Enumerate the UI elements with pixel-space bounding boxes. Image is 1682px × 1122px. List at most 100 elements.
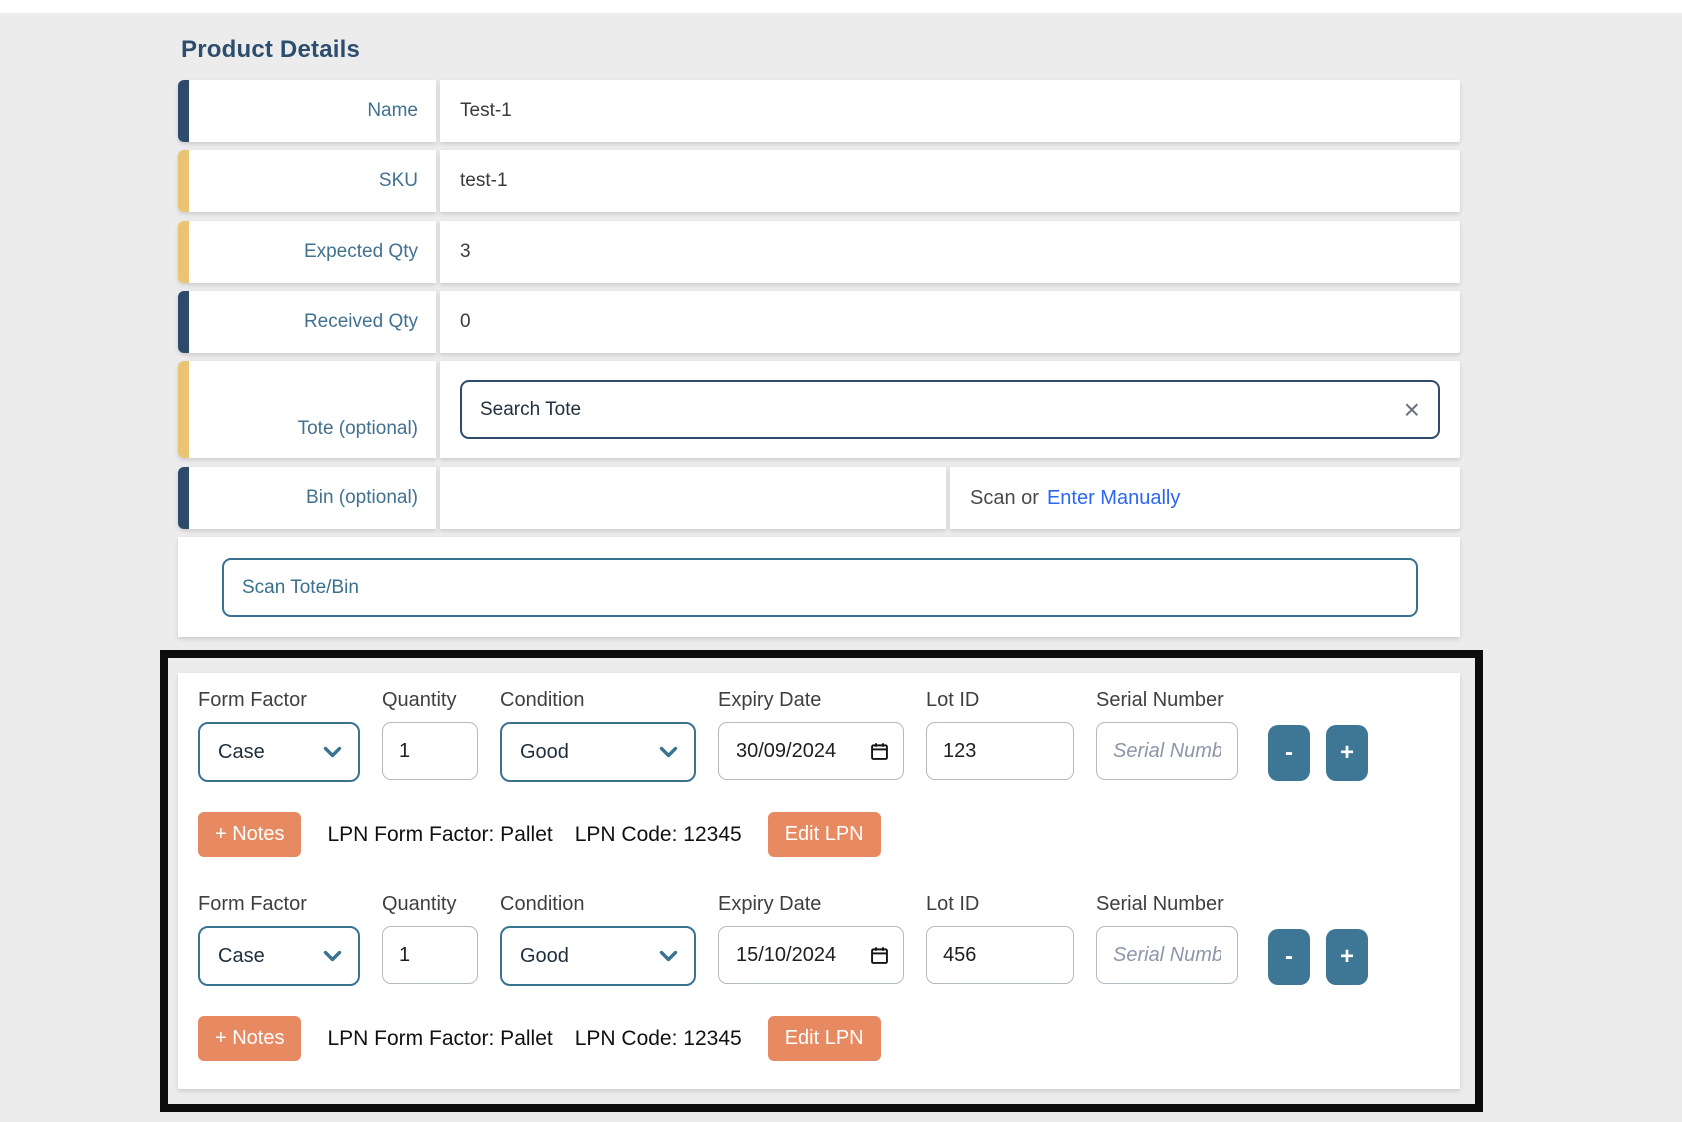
detail-row-received-qty: Received Qty 0: [178, 291, 1460, 353]
serial-number-input[interactable]: [1096, 722, 1238, 780]
lot-id-label: Lot ID: [926, 893, 1074, 916]
condition-field: Condition Good: [500, 689, 696, 782]
expected-qty-label: Expected Qty: [304, 241, 418, 263]
expiry-date-input[interactable]: 30/09/2024: [718, 722, 904, 780]
edit-lpn-button[interactable]: Edit LPN: [768, 1016, 881, 1061]
quantity-input[interactable]: [382, 722, 478, 780]
detail-row-name: Name Test-1: [178, 80, 1460, 142]
tote-label: Tote (optional): [298, 418, 418, 440]
lpn-code-text: LPN Code: 12345: [575, 823, 742, 847]
item-row-1-fields: Form Factor Case Quantity Condition Good: [198, 689, 1440, 782]
expiry-date-label: Expiry Date: [718, 893, 904, 916]
bin-input[interactable]: [440, 467, 946, 529]
name-value-card: Test-1: [440, 80, 1460, 142]
accent-bar: [178, 150, 189, 212]
serial-number-field: Serial Number: [1096, 689, 1238, 780]
lpn-form-factor-text: LPN Form Factor: Pallet: [327, 1027, 552, 1051]
increment-button[interactable]: +: [1326, 725, 1368, 781]
name-value: Test-1: [460, 100, 512, 122]
serial-number-field: Serial Number: [1096, 893, 1238, 984]
expiry-date-input[interactable]: 15/10/2024: [718, 926, 904, 984]
decrement-button[interactable]: -: [1268, 725, 1310, 781]
accent-bar: [178, 291, 189, 353]
lot-id-input[interactable]: [926, 926, 1074, 984]
expected-qty-value-card: 3: [440, 221, 1460, 283]
enter-manually-link[interactable]: Enter Manually: [1047, 487, 1180, 510]
sku-label-card: SKU: [178, 150, 436, 212]
detail-row-expected-qty: Expected Qty 3: [178, 221, 1460, 283]
serial-number-label: Serial Number: [1096, 893, 1238, 916]
tote-search-field[interactable]: ×: [460, 380, 1440, 439]
tote-label-card: Tote (optional): [178, 361, 436, 458]
condition-select[interactable]: Good: [500, 722, 696, 782]
lot-id-field: Lot ID: [926, 893, 1074, 984]
condition-field: Condition Good: [500, 893, 696, 986]
items-card: Form Factor Case Quantity Condition Good: [178, 673, 1460, 1089]
chevron-down-icon: [323, 950, 342, 963]
expiry-date-value: 30/09/2024: [736, 740, 836, 763]
lot-id-field: Lot ID: [926, 689, 1074, 780]
calendar-icon[interactable]: [869, 741, 890, 762]
condition-label: Condition: [500, 893, 696, 916]
quantity-label: Quantity: [382, 893, 478, 916]
expected-qty-label-card: Expected Qty: [178, 221, 436, 283]
item-row-2-fields: Form Factor Case Quantity Condition Good: [198, 893, 1440, 986]
lot-id-label: Lot ID: [926, 689, 1074, 712]
sku-value: test-1: [460, 170, 508, 192]
page-title: Product Details: [181, 36, 360, 64]
calendar-icon[interactable]: [869, 945, 890, 966]
accent-bar: [178, 221, 189, 283]
top-bar: [0, 0, 1682, 13]
serial-number-input[interactable]: [1096, 926, 1238, 984]
lot-id-input[interactable]: [926, 722, 1074, 780]
form-factor-label: Form Factor: [198, 893, 360, 916]
form-factor-label: Form Factor: [198, 689, 360, 712]
lpn-form-factor-text: LPN Form Factor: Pallet: [327, 823, 552, 847]
increment-button[interactable]: +: [1326, 929, 1368, 985]
condition-select[interactable]: Good: [500, 926, 696, 986]
item-row-2-steppers: - +: [1268, 893, 1368, 985]
chevron-down-icon: [323, 746, 342, 759]
detail-row-tote: Tote (optional) ×: [178, 361, 1460, 458]
form-factor-select[interactable]: Case: [198, 722, 360, 782]
chevron-down-icon: [659, 746, 678, 759]
decrement-button[interactable]: -: [1268, 929, 1310, 985]
add-notes-button[interactable]: + Notes: [198, 812, 301, 857]
form-factor-field: Form Factor Case: [198, 893, 360, 986]
tote-value-card: ×: [440, 361, 1460, 458]
accent-bar: [178, 467, 189, 529]
scan-tote-bin-input[interactable]: [222, 558, 1418, 617]
scan-tote-bin-card: [178, 537, 1460, 637]
condition-label: Condition: [500, 689, 696, 712]
scan-or-text: Scan or: [970, 487, 1039, 510]
form-factor-select[interactable]: Case: [198, 926, 360, 986]
expected-qty-value: 3: [460, 241, 471, 263]
page: Product Details Name Test-1 SKU test-1 E…: [0, 0, 1682, 1122]
expiry-date-value: 15/10/2024: [736, 944, 836, 967]
bin-label-card: Bin (optional): [178, 467, 436, 529]
item-row-1-lpn: + Notes LPN Form Factor: Pallet LPN Code…: [198, 812, 1440, 857]
received-qty-value-card: 0: [440, 291, 1460, 353]
close-icon[interactable]: ×: [1402, 396, 1422, 424]
expiry-date-label: Expiry Date: [718, 689, 904, 712]
detail-row-bin: Bin (optional) Scan or Enter Manually: [178, 467, 1460, 529]
bin-input-area[interactable]: [440, 467, 946, 529]
form-factor-value: Case: [218, 945, 265, 968]
form-factor-field: Form Factor Case: [198, 689, 360, 782]
quantity-field: Quantity: [382, 893, 478, 984]
expiry-date-field: Expiry Date 30/09/2024: [718, 689, 904, 780]
quantity-label: Quantity: [382, 689, 478, 712]
received-qty-value: 0: [460, 311, 471, 333]
quantity-field: Quantity: [382, 689, 478, 780]
chevron-down-icon: [659, 950, 678, 963]
bin-label: Bin (optional): [306, 487, 418, 509]
add-notes-button[interactable]: + Notes: [198, 1016, 301, 1061]
quantity-input[interactable]: [382, 926, 478, 984]
tote-search-input[interactable]: [480, 399, 1402, 421]
bin-scan-card: Scan or Enter Manually: [950, 467, 1460, 529]
name-label: Name: [367, 100, 418, 122]
serial-number-label: Serial Number: [1096, 689, 1238, 712]
edit-lpn-button[interactable]: Edit LPN: [768, 812, 881, 857]
expiry-date-field: Expiry Date 15/10/2024: [718, 893, 904, 984]
lpn-code-text: LPN Code: 12345: [575, 1027, 742, 1051]
